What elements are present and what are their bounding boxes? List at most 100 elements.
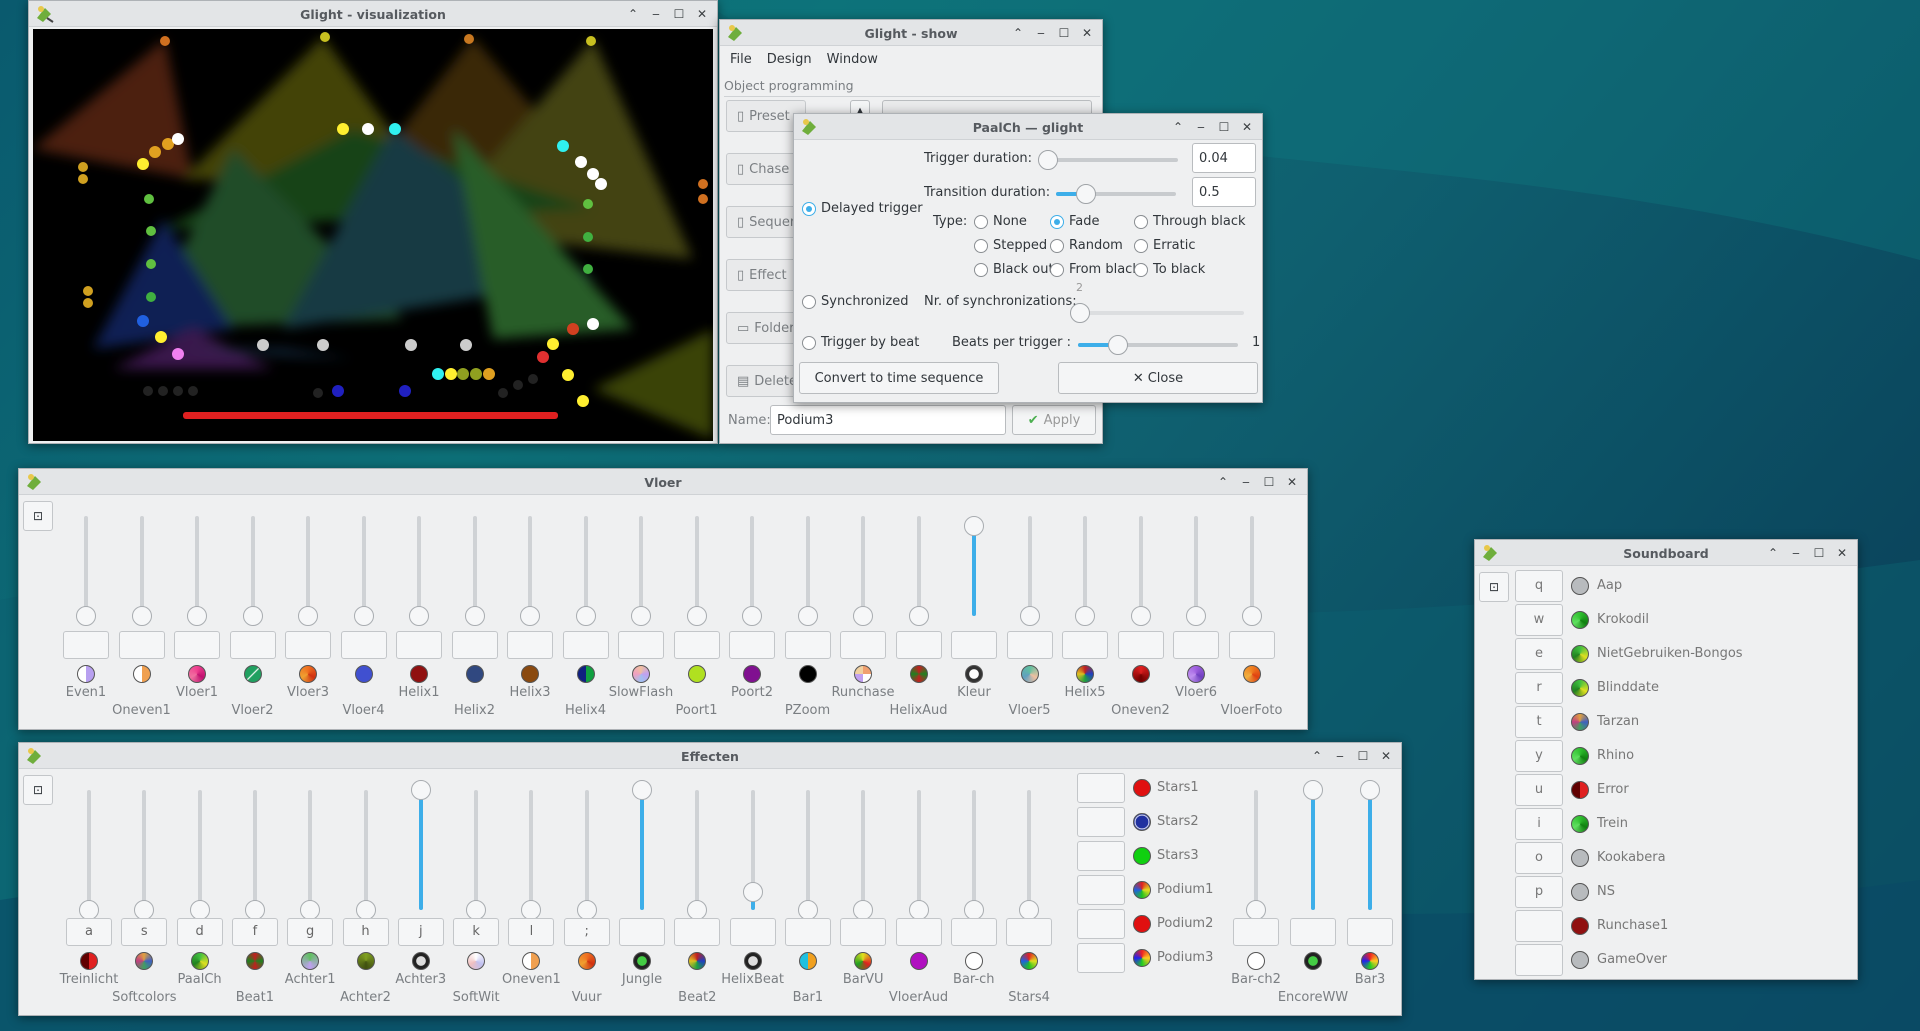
fader-knob[interactable] bbox=[1019, 606, 1040, 626]
sound-key-button[interactable]: w bbox=[1515, 604, 1563, 636]
close-dialog-button[interactable]: ✕ Close bbox=[1058, 362, 1258, 394]
add-fader-button[interactable]: ⊡ bbox=[23, 775, 53, 805]
type-radio-black-out[interactable]: Black out bbox=[974, 262, 1054, 277]
effect-key-box[interactable] bbox=[1077, 773, 1125, 803]
sound-key-button[interactable]: r bbox=[1515, 672, 1563, 704]
sound-key-button[interactable] bbox=[1515, 944, 1563, 976]
fader-key-button[interactable] bbox=[1233, 918, 1279, 946]
fader-track[interactable] bbox=[805, 516, 810, 616]
apply-button[interactable]: ✔ Apply bbox=[1012, 405, 1096, 435]
fader-key-button[interactable]: d bbox=[176, 918, 223, 946]
fader-knob[interactable] bbox=[687, 900, 708, 920]
fader-knob[interactable] bbox=[576, 900, 597, 920]
effect-key-box[interactable] bbox=[1077, 943, 1125, 973]
beats-per-trigger-slider[interactable] bbox=[1078, 343, 1238, 347]
fader-track[interactable] bbox=[695, 790, 700, 910]
fader-track[interactable] bbox=[1138, 516, 1143, 616]
type-radio-from-black[interactable]: From black bbox=[1050, 262, 1140, 277]
fader-track[interactable] bbox=[1254, 790, 1258, 910]
fader-key-button[interactable] bbox=[729, 918, 776, 946]
fader-knob[interactable] bbox=[79, 900, 99, 920]
fader-knob[interactable] bbox=[1186, 606, 1206, 626]
fader-knob[interactable] bbox=[298, 606, 318, 626]
fader-track[interactable] bbox=[805, 790, 810, 910]
fader-key-button[interactable]: ; bbox=[563, 918, 610, 946]
fader-key-button[interactable] bbox=[1347, 918, 1393, 946]
fader-knob[interactable] bbox=[853, 900, 874, 920]
nr-sync-knob[interactable] bbox=[1070, 303, 1090, 323]
fader-track[interactable] bbox=[84, 516, 88, 616]
fader-key-button[interactable] bbox=[951, 631, 997, 659]
fader-track[interactable] bbox=[361, 516, 366, 616]
type-radio-stepped[interactable]: Stepped bbox=[974, 238, 1047, 253]
fader-key-button[interactable] bbox=[285, 631, 331, 659]
delayed-trigger-radio[interactable]: Delayed trigger bbox=[802, 201, 923, 216]
fader-key-button[interactable] bbox=[784, 918, 831, 946]
fader-key-button[interactable] bbox=[1228, 631, 1275, 659]
fader-track[interactable] bbox=[861, 516, 865, 616]
fader-track[interactable] bbox=[308, 790, 313, 910]
transition-duration-slider[interactable] bbox=[1056, 192, 1176, 196]
close-button[interactable]: ✕ bbox=[1078, 24, 1096, 42]
fader-knob[interactable] bbox=[631, 606, 651, 626]
effect-key-box[interactable] bbox=[1077, 841, 1125, 871]
effect-button-podium2[interactable]: Podium2 bbox=[1077, 907, 1227, 939]
fader-track[interactable] bbox=[139, 516, 144, 616]
name-field[interactable]: Podium3 bbox=[770, 405, 1006, 435]
sound-key-button[interactable]: i bbox=[1515, 808, 1563, 840]
fader-key-button[interactable]: f bbox=[231, 918, 278, 946]
fader-track[interactable] bbox=[971, 790, 976, 910]
sound-key-button[interactable]: p bbox=[1515, 876, 1563, 908]
fader-knob[interactable] bbox=[797, 606, 818, 626]
fader-knob[interactable] bbox=[520, 606, 540, 626]
fader-key-button[interactable]: j bbox=[397, 918, 444, 946]
keep-above-icon[interactable]: ⌃ bbox=[1308, 747, 1326, 765]
maximize-button[interactable]: ☐ bbox=[1810, 544, 1828, 562]
maximize-button[interactable]: ☐ bbox=[1055, 24, 1073, 42]
convert-to-time-sequence-button[interactable]: Convert to time sequence bbox=[799, 362, 999, 394]
fader-track[interactable] bbox=[142, 790, 147, 910]
fader-knob[interactable] bbox=[797, 900, 818, 920]
fader-knob[interactable] bbox=[632, 780, 652, 800]
fader-key-button[interactable] bbox=[1117, 631, 1164, 659]
fader-track[interactable] bbox=[916, 790, 921, 910]
effect-key-box[interactable] bbox=[1077, 909, 1125, 939]
fader-track[interactable] bbox=[417, 516, 421, 616]
fader-key-button[interactable]: g bbox=[287, 918, 334, 946]
fader-track[interactable] bbox=[197, 790, 202, 910]
minimize-button[interactable]: ‒ bbox=[647, 5, 665, 23]
fader-knob[interactable] bbox=[410, 780, 431, 800]
fader-knob[interactable] bbox=[353, 606, 374, 626]
fader-knob[interactable] bbox=[464, 606, 485, 626]
fader-key-button[interactable] bbox=[784, 631, 831, 659]
fader-key-button[interactable] bbox=[118, 631, 165, 659]
fader-key-button[interactable] bbox=[840, 918, 887, 946]
effect-key-box[interactable] bbox=[1077, 875, 1125, 905]
transition-duration-knob[interactable] bbox=[1076, 184, 1096, 204]
fader-track[interactable] bbox=[306, 516, 310, 616]
fader-key-button[interactable]: l bbox=[508, 918, 555, 946]
fader-knob[interactable] bbox=[1360, 780, 1380, 800]
fader-knob[interactable] bbox=[963, 900, 984, 920]
fader-track[interactable] bbox=[1027, 516, 1032, 616]
effect-key-box[interactable] bbox=[1077, 807, 1125, 837]
keep-above-icon[interactable]: ⌃ bbox=[624, 5, 642, 23]
sound-key-button[interactable]: q bbox=[1515, 570, 1563, 602]
fader-knob[interactable] bbox=[131, 606, 152, 626]
fader-track[interactable] bbox=[750, 516, 754, 616]
fader-knob[interactable] bbox=[575, 606, 596, 626]
fader-knob[interactable] bbox=[1246, 900, 1266, 920]
fader-track[interactable] bbox=[252, 790, 257, 910]
fader-knob[interactable] bbox=[742, 606, 762, 626]
fader-knob[interactable] bbox=[908, 606, 929, 626]
fader-key-button[interactable] bbox=[673, 631, 720, 659]
trigger-duration-field[interactable]: 0.04 bbox=[1192, 143, 1256, 173]
maximize-button[interactable]: ☐ bbox=[670, 5, 688, 23]
fader-track[interactable] bbox=[861, 790, 866, 910]
effect-button-stars2[interactable]: Stars2 bbox=[1077, 805, 1227, 837]
fader-knob[interactable] bbox=[1075, 606, 1095, 626]
type-radio-random[interactable]: Random bbox=[1050, 238, 1123, 253]
fader-key-button[interactable] bbox=[1006, 918, 1053, 946]
fader-key-button[interactable] bbox=[340, 631, 387, 659]
fader-knob[interactable] bbox=[686, 606, 707, 626]
